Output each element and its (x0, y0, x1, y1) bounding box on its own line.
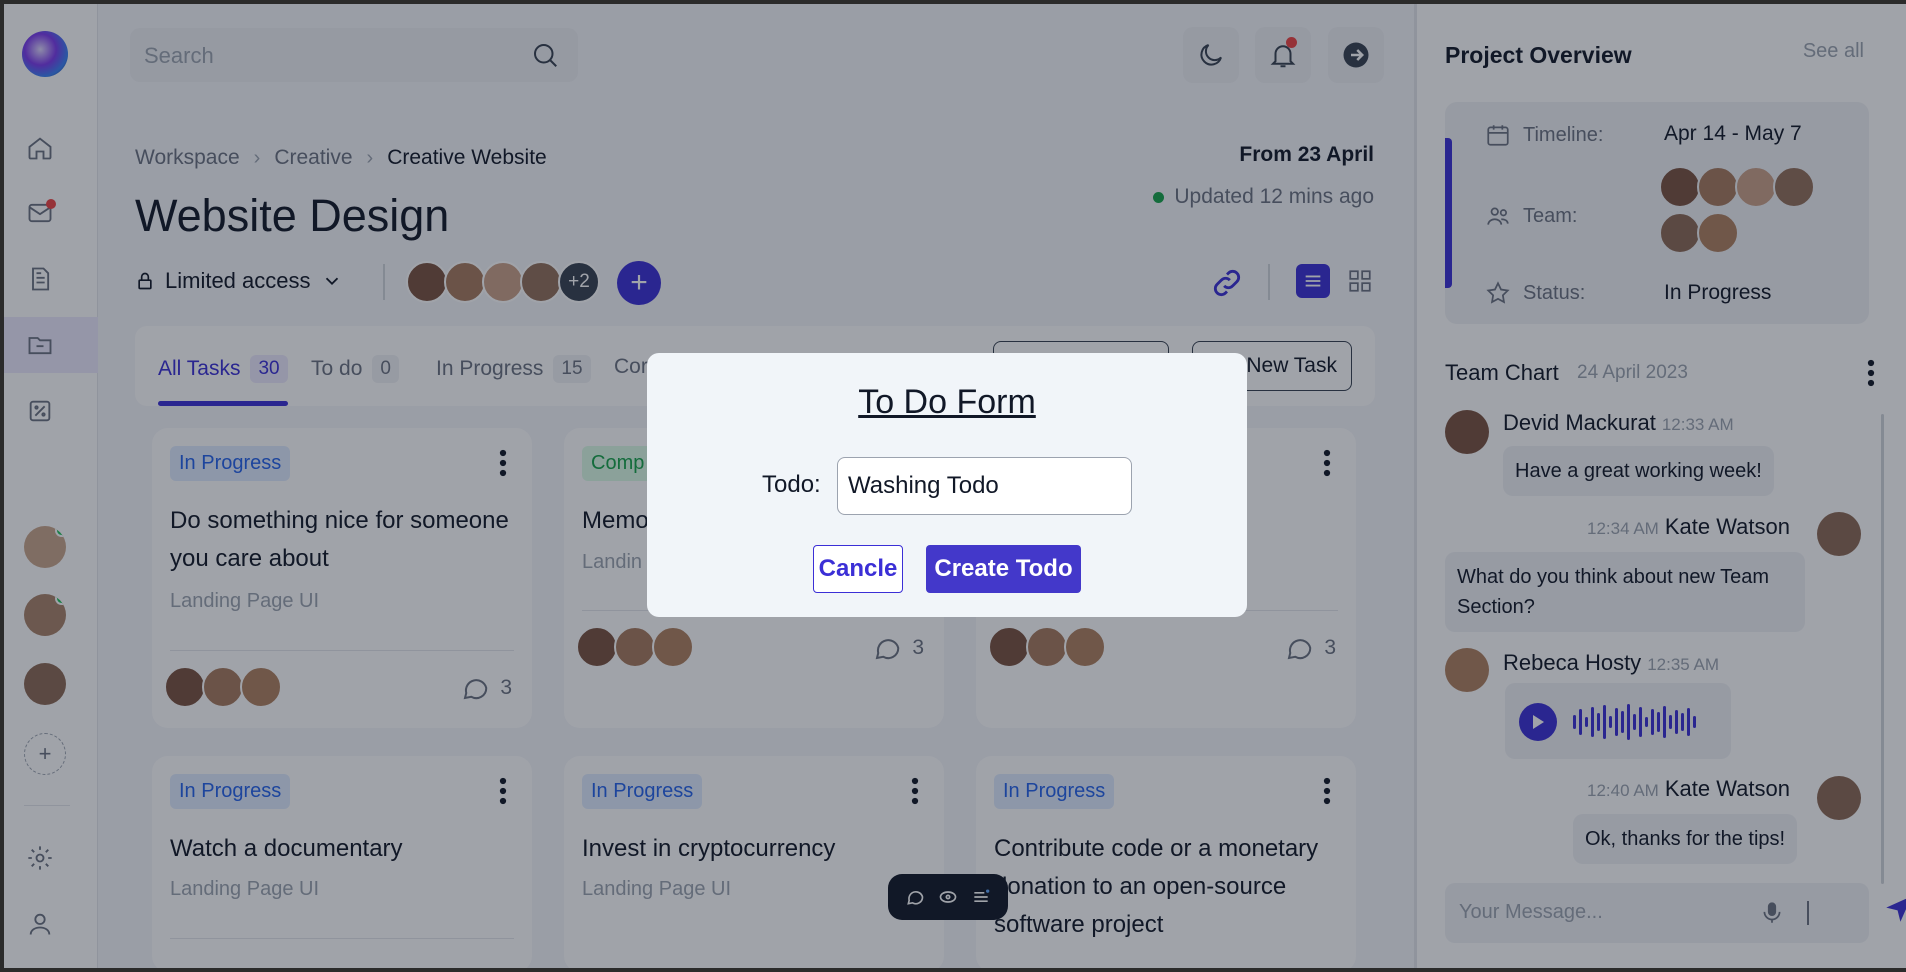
window-frame (0, 0, 1906, 972)
app-root: + Search Workspace › Creative › Creative… (0, 0, 1906, 972)
